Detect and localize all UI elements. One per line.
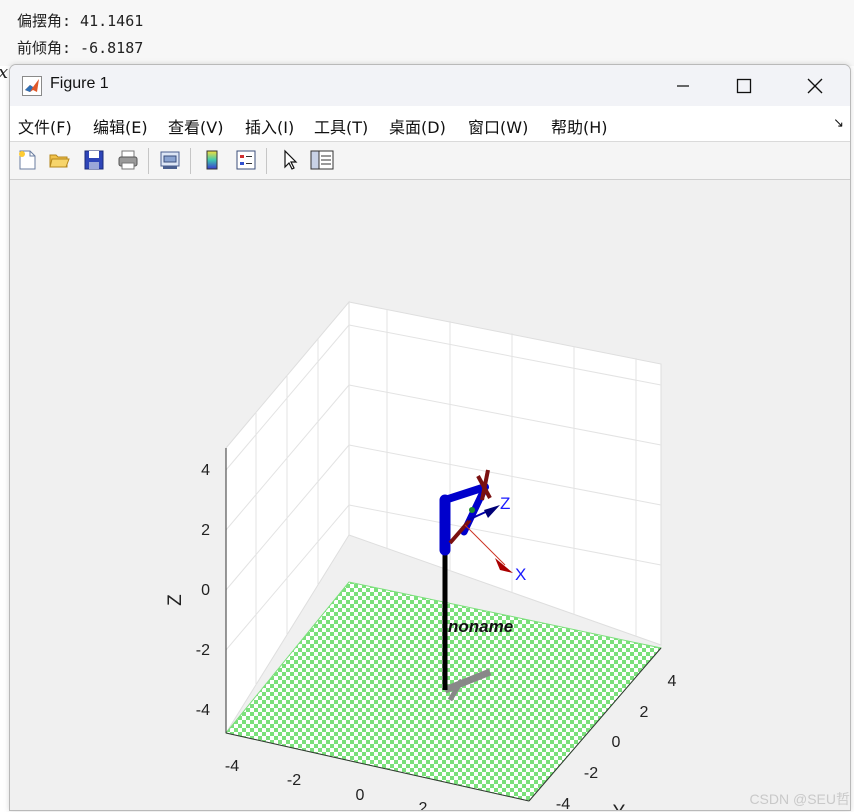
menu-edit[interactable]: 编辑(E) <box>93 114 148 138</box>
property-inspector-button[interactable] <box>309 147 335 173</box>
save-icon <box>84 150 104 170</box>
edit-plot-button[interactable] <box>277 147 303 173</box>
save-button[interactable] <box>81 147 107 173</box>
new-figure-icon <box>19 150 36 170</box>
link-plot-button[interactable] <box>157 147 183 173</box>
figure-toolbar <box>10 142 850 180</box>
menu-window[interactable]: 窗口(W) <box>468 114 528 138</box>
close-button[interactable] <box>784 65 846 106</box>
colorbar-icon <box>206 150 218 170</box>
menu-file[interactable]: 文件(F) <box>18 114 72 138</box>
toolbar-separator <box>266 148 267 174</box>
command-window-output: 偏摆角: 41.1461 前倾角: -6.8187 <box>0 0 854 66</box>
legend-icon <box>236 150 256 170</box>
y-tick-label: 0 <box>612 734 621 751</box>
edit-plot-arrow-icon <box>284 149 298 170</box>
z-tick-label: -4 <box>196 702 210 719</box>
y-tick-label: 4 <box>668 673 677 690</box>
print-button[interactable] <box>115 147 141 173</box>
pitch-angle-output: 前倾角: -6.8187 <box>17 39 144 57</box>
close-icon <box>807 78 823 93</box>
watermark: CSDN @SEU哲 <box>749 791 850 807</box>
x-tick-label: -2 <box>287 772 301 789</box>
z-axis-label: Z <box>165 594 186 606</box>
minimize-button[interactable] <box>652 65 714 106</box>
title-bar[interactable]: Figure 1 <box>10 65 850 106</box>
figure-window: Figure 1 文件(F) 编辑(E) 查看(V) 插入(I) 工具(T) 桌… <box>9 64 851 811</box>
dock-arrow-icon[interactable]: ↘ <box>833 116 844 131</box>
y-tick-label: -2 <box>584 765 598 782</box>
legend-button[interactable] <box>233 147 259 173</box>
y-axis-label: Y <box>613 802 626 810</box>
menu-view[interactable]: 查看(V) <box>168 114 223 138</box>
new-figure-button[interactable] <box>14 147 40 173</box>
colorbar-button[interactable] <box>199 147 225 173</box>
z-tick-label: -2 <box>196 642 210 659</box>
maximize-button[interactable] <box>713 65 775 106</box>
toolbar-separator <box>148 148 149 174</box>
menu-bar: 文件(F) 编辑(E) 查看(V) 插入(I) 工具(T) 桌面(D) 窗口(W… <box>10 106 850 142</box>
frame-label-x: X <box>515 565 526 584</box>
window-title: Figure 1 <box>50 75 109 92</box>
link-plot-icon <box>160 151 180 169</box>
menu-tools[interactable]: 工具(T) <box>314 114 368 138</box>
console-partial-glyph: x <box>0 62 8 83</box>
menu-help[interactable]: 帮助(H) <box>551 114 608 138</box>
maximize-icon <box>736 78 752 93</box>
menu-desktop[interactable]: 桌面(D) <box>389 114 446 138</box>
minimize-icon <box>677 84 689 87</box>
open-file-icon <box>49 154 70 168</box>
toolbar-separator <box>190 148 191 174</box>
frame-label-z: Z <box>500 494 510 513</box>
x-tick-label: 2 <box>419 800 428 810</box>
axes-3d[interactable]: Z X noname 4 2 0 -2 -4 Z -4 -2 0 2 4 X <box>10 180 850 810</box>
x-tick-label: 0 <box>356 787 365 804</box>
robot-name-label: noname <box>448 617 513 636</box>
matlab-logo-icon <box>22 76 42 96</box>
figure-canvas[interactable]: Z X noname 4 2 0 -2 -4 Z -4 -2 0 2 4 X <box>10 180 850 810</box>
menu-insert[interactable]: 插入(I) <box>245 114 294 138</box>
print-icon <box>118 150 138 170</box>
x-tick-label: -4 <box>225 758 239 775</box>
open-file-button[interactable] <box>46 147 72 173</box>
frame-y-marker <box>469 507 475 513</box>
z-tick-label: 0 <box>201 582 210 599</box>
z-tick-label: 4 <box>201 462 210 479</box>
z-tick-label: 2 <box>201 522 210 539</box>
property-inspector-icon <box>310 150 334 170</box>
yaw-angle-output: 偏摆角: 41.1461 <box>17 12 144 30</box>
y-tick-label: -4 <box>556 796 570 810</box>
y-tick-label: 2 <box>640 704 649 721</box>
